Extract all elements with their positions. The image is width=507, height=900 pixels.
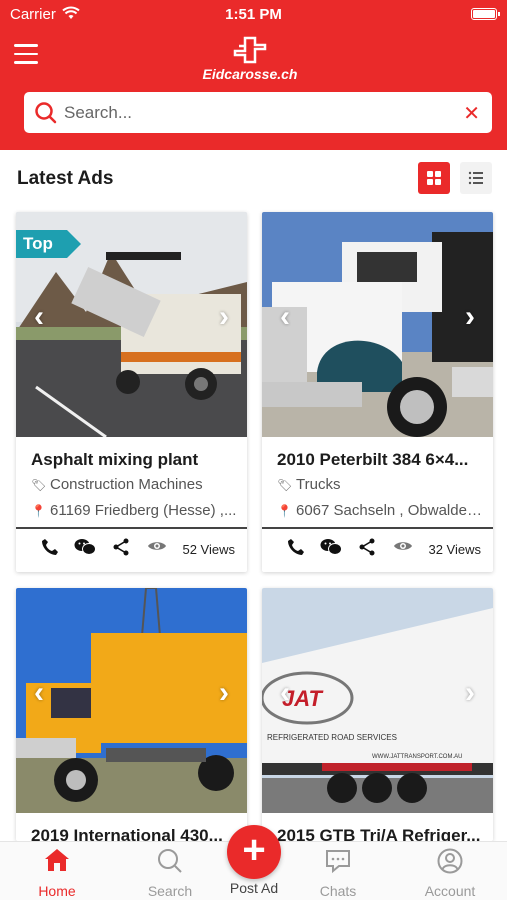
prev-image-icon[interactable]: ‹ — [34, 676, 44, 710]
ad-photo-box-truck — [16, 588, 247, 813]
hamburger-line — [14, 61, 38, 64]
eye-icon — [393, 538, 413, 559]
ad-actions: 32 Views — [262, 534, 493, 566]
ad-location: 📍 61169 Friedberg (Hesse) ,... — [31, 502, 237, 519]
ad-image-carousel[interactable]: ‹ › — [16, 588, 247, 813]
app-logo: Eidcarosse.ch — [180, 36, 320, 86]
menu-button[interactable] — [14, 44, 38, 64]
post-ad-button[interactable]: + — [227, 825, 281, 879]
divider — [262, 527, 493, 529]
logo-text: Eidcarosse.ch — [202, 66, 298, 82]
prev-image-icon[interactable]: ‹ — [280, 300, 290, 334]
prev-image-icon[interactable]: ‹ — [34, 300, 44, 334]
swiss-cross-logo-icon — [233, 36, 267, 64]
trailer-line-text: REFRIGERATED ROAD SERVICES — [267, 733, 397, 742]
clear-search-icon[interactable]: ✕ — [463, 101, 480, 126]
status-bar: Carrier 1:51 PM — [0, 0, 507, 30]
list-view-button[interactable] — [460, 162, 492, 194]
home-icon — [7, 842, 107, 874]
search-icon — [120, 842, 220, 874]
next-image-icon[interactable]: › — [219, 300, 229, 334]
ad-category: 🏷 Construction Machines — [31, 476, 203, 493]
ad-image-carousel[interactable]: ‹ › — [262, 212, 493, 437]
next-image-icon[interactable]: › — [465, 676, 475, 710]
trailer-web-text: WWW.JATTRANSPORT.COM.AU — [372, 754, 462, 760]
clock: 1:51 PM — [225, 6, 282, 23]
hamburger-line — [14, 52, 38, 55]
chat-icon — [288, 842, 388, 874]
phone-icon[interactable] — [41, 538, 59, 561]
ad-card[interactable]: JAT REFRIGERATED ROAD SERVICES WWW.JATTR… — [262, 588, 493, 841]
phone-icon[interactable] — [287, 538, 305, 561]
divider — [16, 527, 247, 529]
tag-icon: 🏷 — [31, 478, 47, 492]
location-pin-icon: 📍 — [277, 504, 292, 518]
battery-icon — [471, 8, 500, 20]
ad-title[interactable]: Asphalt mixing plant — [31, 450, 237, 470]
next-image-icon[interactable]: › — [465, 300, 475, 334]
tab-account[interactable]: Account — [400, 842, 500, 900]
ad-title[interactable]: 2019 International 430... — [31, 826, 237, 841]
eye-icon — [147, 538, 167, 559]
ad-card[interactable]: ‹ › 2010 Peterbilt 384 6×4... 🏷 Trucks 📍 6… — [262, 212, 493, 572]
tag-icon: 🏷 — [277, 478, 293, 492]
hamburger-line — [14, 44, 38, 47]
tab-home[interactable]: Home — [7, 842, 107, 900]
view-count: 32 Views — [428, 542, 481, 557]
next-image-icon[interactable]: › — [219, 676, 229, 710]
wechat-icon[interactable] — [320, 538, 342, 561]
share-icon[interactable] — [112, 538, 130, 561]
ad-photo-peterbilt-truck — [262, 212, 493, 437]
ad-category: 🏷 Trucks — [277, 476, 341, 493]
post-ad-label: Post Ad — [229, 880, 279, 896]
share-icon[interactable] — [358, 538, 376, 561]
ad-card[interactable]: ‹ › Top Asphalt mixing plant 🏷 Constructi… — [16, 212, 247, 572]
view-count: 52 Views — [182, 542, 235, 557]
list-icon — [468, 171, 483, 185]
ad-title[interactable]: 2015 GTB Tri/A Refriger... — [277, 826, 483, 841]
ad-image-carousel[interactable]: JAT REFRIGERATED ROAD SERVICES WWW.JATTR… — [262, 588, 493, 813]
app-header: Carrier 1:51 PM Eidcarosse.ch ✕ — [0, 0, 507, 150]
top-badge: Top — [16, 230, 81, 258]
ad-location: 📍 6067 Sachseln , Obwalden... — [277, 502, 487, 519]
wechat-icon[interactable] — [74, 538, 96, 561]
ad-card[interactable]: ‹ › 2019 International 430... — [16, 588, 247, 841]
prev-image-icon[interactable]: ‹ — [280, 676, 290, 710]
search-icon — [34, 101, 58, 130]
ad-actions: 52 Views — [16, 534, 247, 566]
tab-label: Home — [38, 883, 76, 899]
search-bar[interactable]: ✕ — [24, 92, 492, 133]
search-input[interactable] — [64, 92, 454, 133]
plus-icon: + — [242, 828, 266, 872]
tab-label: Account — [424, 883, 476, 899]
ad-title[interactable]: 2010 Peterbilt 384 6×4... — [277, 450, 483, 470]
grid-icon — [427, 171, 441, 185]
section-title: Latest Ads — [17, 168, 114, 189]
ad-photo-refrigerated-trailer: JAT REFRIGERATED ROAD SERVICES WWW.JATTR… — [262, 588, 493, 813]
account-icon — [400, 842, 500, 874]
grid-view-button[interactable] — [418, 162, 450, 194]
ad-image-carousel[interactable]: ‹ › Top — [16, 212, 247, 437]
location-pin-icon: 📍 — [31, 504, 46, 518]
